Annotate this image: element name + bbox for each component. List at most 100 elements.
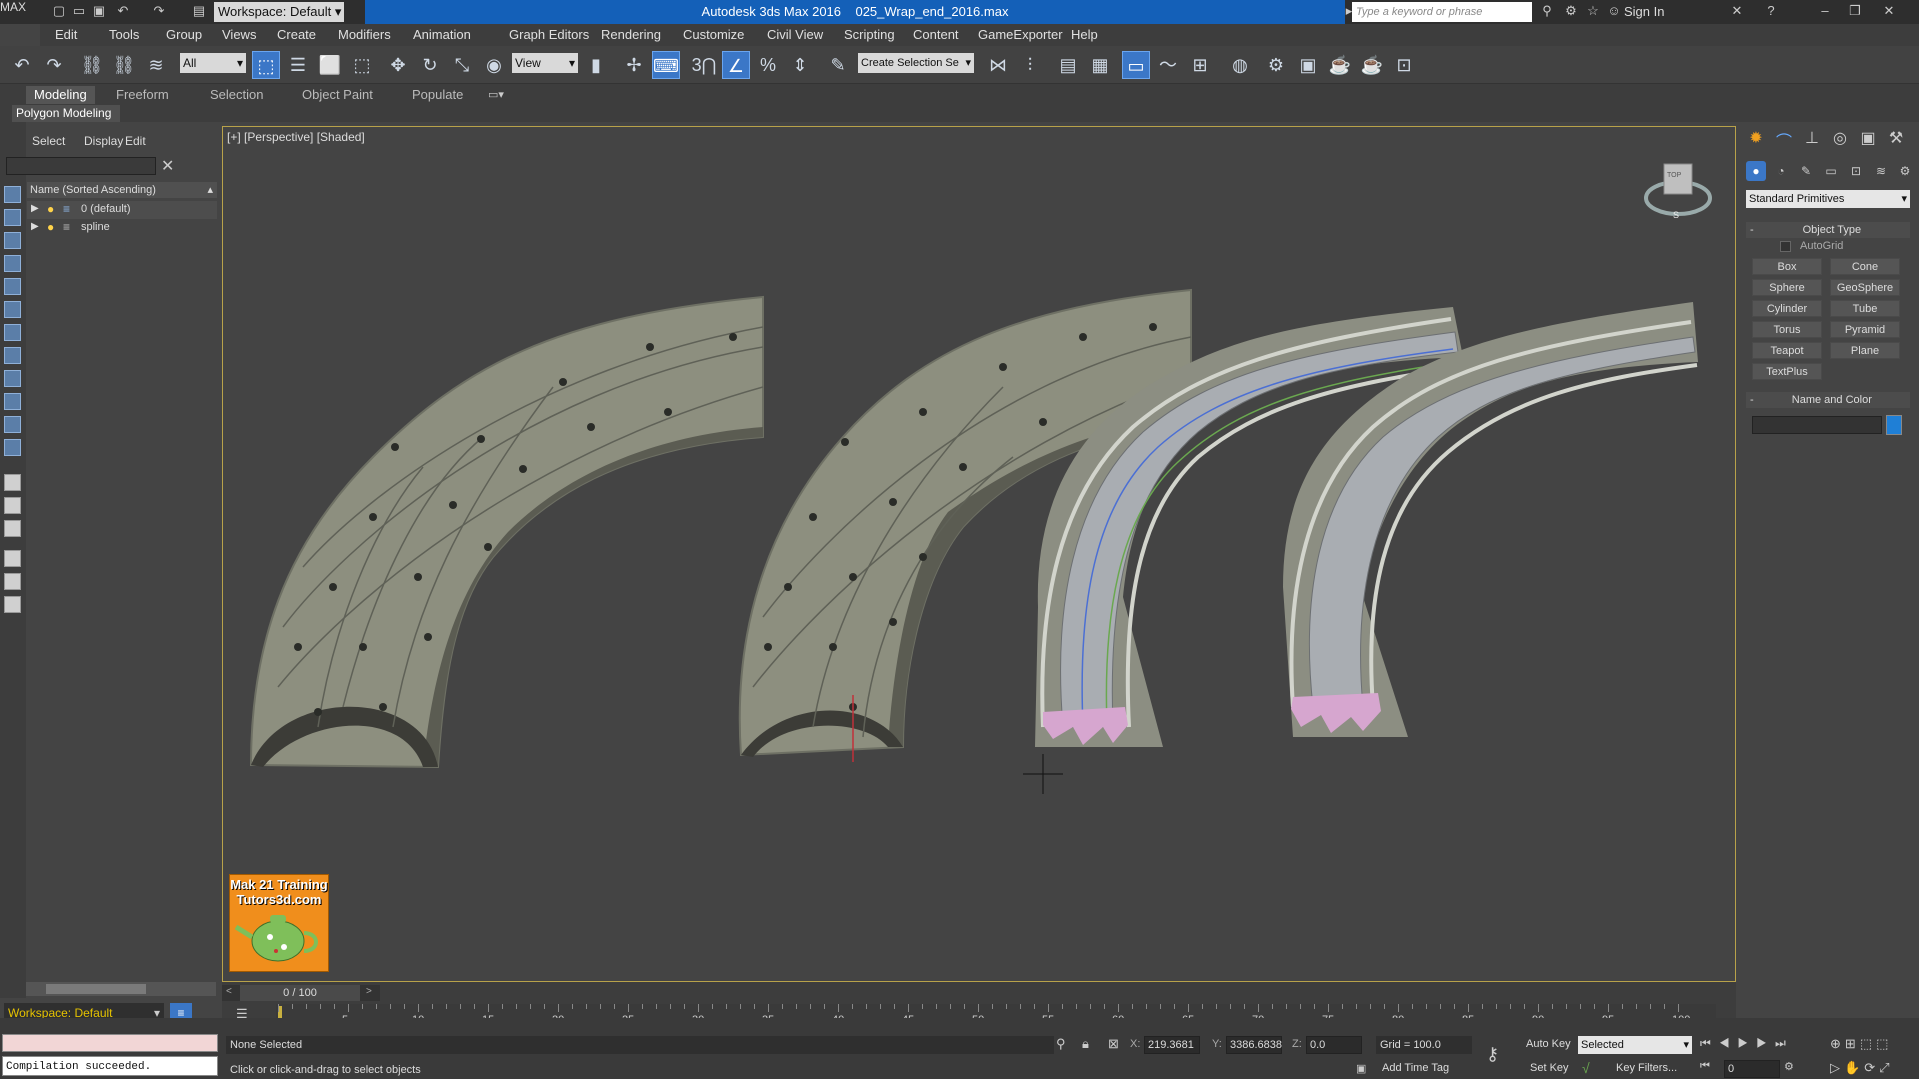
utilities-panel-icon[interactable]: ⚒ (1884, 128, 1908, 150)
absolute-mode-icon[interactable]: ⊠ (1108, 1036, 1119, 1052)
window-crossing-icon[interactable]: ⬚ (348, 51, 376, 79)
application-button[interactable]: MAX (0, 0, 26, 14)
render-production-icon[interactable]: ☕ (1326, 51, 1354, 79)
expand-arrow-icon[interactable]: ▶ (31, 221, 39, 232)
create-plane-button[interactable]: Plane (1830, 342, 1900, 359)
time-tag-icon[interactable]: ▣ (1356, 1062, 1366, 1075)
time-slider-track[interactable]: < 0 / 100 > (222, 985, 380, 1001)
rendered-frame-window-icon[interactable]: ▣ (1294, 51, 1322, 79)
pan-icon[interactable]: ✋ (1844, 1060, 1864, 1075)
menu-rendering[interactable]: Rendering (601, 24, 661, 46)
name-and-color-rollout-header[interactable]: - Name and Color (1746, 392, 1910, 408)
menu-views[interactable]: Views (222, 24, 256, 46)
previous-frame-icon[interactable]: ◀ (1719, 1036, 1738, 1050)
maximize-viewport-icon[interactable]: ⤢ (1879, 1060, 1893, 1075)
key-mode-dropdown[interactable]: Selected ▾ (1578, 1036, 1692, 1054)
new-file-icon[interactable]: ▢ (50, 2, 68, 20)
sign-in-link[interactable]: Sign In (1624, 4, 1664, 19)
render-iterative-icon[interactable]: ☕ (1358, 51, 1386, 79)
mirror-icon[interactable]: ⋈ (984, 51, 1012, 79)
display-cameras-icon[interactable] (4, 255, 21, 272)
layer-row[interactable]: ▶ ● ≡ 0 (default) (27, 201, 217, 219)
menu-help[interactable]: Help (1071, 24, 1098, 46)
object-name-field[interactable] (1752, 416, 1882, 434)
render-cloud-icon[interactable]: ⊡ (1390, 51, 1418, 79)
find-icon[interactable] (4, 573, 21, 590)
expand-arrow-icon[interactable]: ▶ (31, 203, 39, 214)
play-icon[interactable]: ▶ (1738, 1036, 1757, 1050)
explorer-menu-display[interactable]: Display (84, 134, 123, 148)
create-textplus-button[interactable]: TextPlus (1752, 363, 1822, 380)
display-space-warps-icon[interactable] (4, 301, 21, 318)
add-time-tag-button[interactable]: Add Time Tag (1382, 1062, 1449, 1074)
selection-lock-icon[interactable]: 🔒︎ (1082, 1036, 1089, 1052)
placement-icon[interactable]: ◉ (480, 51, 508, 79)
menu-graph-editors[interactable]: Graph Editors (509, 24, 589, 46)
menu-animation[interactable]: Animation (413, 24, 471, 46)
create-tube-button[interactable]: Tube (1830, 300, 1900, 317)
time-slider-prev-icon[interactable]: < (226, 986, 232, 997)
next-frame-icon[interactable]: ▶ (1756, 1036, 1775, 1050)
menu-gameexporter[interactable]: GameExporter (978, 24, 1063, 46)
explorer-horizontal-scrollbar[interactable] (26, 982, 216, 996)
x-coordinate-field[interactable]: 219.3681 (1144, 1036, 1200, 1054)
display-lights-icon[interactable] (4, 232, 21, 249)
display-frozen-icon[interactable] (4, 416, 21, 433)
create-teapot-button[interactable]: Teapot (1752, 342, 1822, 359)
spinner-snap-icon[interactable]: ⇕ (786, 51, 814, 79)
explorer-menu-edit[interactable]: Edit (125, 134, 146, 148)
menu-create[interactable]: Create (277, 24, 316, 46)
invert-display-icon[interactable] (4, 520, 21, 537)
keyboard-shortcut-override-icon[interactable]: ⌨ (652, 51, 680, 79)
ribbon-options-icon[interactable]: ▭▾ (488, 88, 504, 101)
menu-edit[interactable]: Edit (55, 24, 77, 46)
display-panel-icon[interactable]: ▣ (1856, 128, 1880, 150)
workspace-dropdown[interactable]: Workspace: Default ▾ (214, 2, 344, 22)
curve-editor-icon[interactable]: 〜 (1154, 51, 1182, 79)
display-xrefs-icon[interactable] (4, 370, 21, 387)
select-manipulate-icon[interactable]: ✢ (620, 51, 648, 79)
y-coordinate-field[interactable]: 3386.6838 (1226, 1036, 1282, 1054)
display-helpers-icon[interactable] (4, 278, 21, 295)
favorites-star-icon[interactable]: ☆ (1584, 2, 1602, 20)
collapse-icon[interactable] (4, 596, 21, 613)
scrollbar-thumb[interactable] (46, 984, 146, 994)
zoom-extents-all-icon[interactable]: ⬚ (1876, 1036, 1892, 1051)
subscription-icon[interactable]: ⚙ (1562, 2, 1580, 20)
object-color-swatch[interactable] (1886, 415, 1902, 435)
schematic-view-icon[interactable]: ⊞ (1186, 51, 1214, 79)
create-sphere-button[interactable]: Sphere (1752, 279, 1822, 296)
auto-key-button[interactable]: Auto Key (1526, 1038, 1571, 1050)
primitive-type-dropdown[interactable]: Standard Primitives ▾ (1746, 190, 1910, 208)
create-box-button[interactable]: Box (1752, 258, 1822, 275)
set-key-button[interactable]: Set Key (1530, 1062, 1569, 1074)
set-key-icon[interactable]: ⚷ (1486, 1044, 1499, 1065)
selection-filter-dropdown[interactable]: All ▾ (180, 53, 246, 73)
save-file-icon[interactable]: ▣ (90, 2, 108, 20)
display-none-icon[interactable] (4, 497, 21, 514)
time-slider-thumb[interactable]: 0 / 100 (240, 985, 360, 1001)
display-all-icon[interactable] (4, 474, 21, 491)
display-hidden-icon[interactable] (4, 439, 21, 456)
ribbon-subpanel-polygon-modeling[interactable]: Polygon Modeling (12, 105, 120, 122)
go-to-start-icon[interactable]: ⏮ (1700, 1036, 1719, 1050)
viewcube[interactable]: TOP S (1642, 158, 1714, 224)
minimize-icon[interactable]: – (1816, 2, 1834, 20)
render-setup-icon[interactable]: ⚙ (1262, 51, 1290, 79)
binoculars-icon[interactable]: ⚲ (1538, 2, 1556, 20)
shapes-category-icon[interactable]: ◔ (1771, 161, 1791, 181)
layer-explorer-icon[interactable]: ▦ (1086, 51, 1114, 79)
field-of-view-icon[interactable]: ▷ (1830, 1060, 1844, 1075)
zoom-extents-icon[interactable]: ⬚ (1860, 1036, 1876, 1051)
display-shapes-icon[interactable] (4, 209, 21, 226)
zoom-all-icon[interactable]: ⊞ (1845, 1036, 1860, 1051)
help-icon[interactable]: ? (1762, 2, 1780, 20)
menu-tools[interactable]: Tools (109, 24, 139, 46)
zoom-icon[interactable]: ⊕ (1830, 1036, 1845, 1051)
undo-icon[interactable]: ↶ (114, 2, 132, 20)
scale-icon[interactable]: ⤡ (448, 51, 476, 79)
toggle-ribbon-icon[interactable]: ▭ (1122, 51, 1150, 79)
close-icon[interactable]: ✕ (1880, 2, 1898, 20)
named-selection-sets-dropdown[interactable]: Create Selection Se ▾ (858, 53, 974, 73)
display-bone-icon[interactable] (4, 324, 21, 341)
